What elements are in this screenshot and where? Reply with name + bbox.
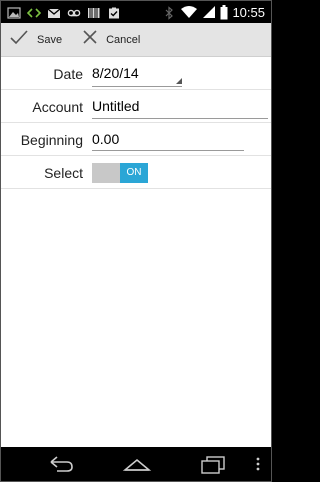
- overflow-menu-icon: [256, 457, 260, 471]
- recent-apps-button[interactable]: [199, 454, 227, 474]
- barcode-icon: [87, 6, 101, 18]
- overflow-menu-button[interactable]: [253, 454, 263, 474]
- signal-icon: [202, 5, 216, 19]
- checkmark-icon: [9, 29, 29, 50]
- beginning-input[interactable]: 0.00: [92, 131, 119, 147]
- status-bar: 10:55: [1, 1, 271, 23]
- recent-apps-icon: [201, 456, 225, 474]
- notification-icons: [7, 4, 121, 20]
- account-form: Date 8/20/14 Account Untitled Beginning …: [1, 57, 271, 189]
- spinner-arrow-icon: [176, 78, 182, 84]
- select-toggle[interactable]: ON: [92, 163, 148, 183]
- app-window: 10:55 Save Cancel Date 8/20/14 Account U…: [0, 0, 272, 482]
- system-icons: 10:55: [162, 3, 265, 21]
- beginning-underline: [92, 150, 244, 151]
- battery-icon: [220, 4, 228, 20]
- action-bar: Save Cancel: [1, 23, 271, 57]
- date-spinner[interactable]: 8/20/14: [92, 65, 139, 81]
- cancel-button[interactable]: Cancel: [76, 23, 146, 57]
- clock: 10:55: [232, 4, 265, 20]
- cancel-label: Cancel: [106, 33, 141, 46]
- beginning-row: Beginning 0.00: [1, 123, 271, 156]
- date-underline: [92, 86, 182, 87]
- account-label: Account: [32, 99, 83, 115]
- home-icon: [122, 458, 152, 471]
- code-icon: [26, 6, 42, 18]
- image-icon: [7, 6, 21, 19]
- save-label: Save: [37, 33, 63, 46]
- bluetooth-icon: [162, 6, 176, 20]
- back-icon: [50, 456, 73, 472]
- date-row: Date 8/20/14: [1, 57, 271, 90]
- clipboard-check-icon: [107, 6, 121, 19]
- home-button[interactable]: [122, 454, 152, 474]
- close-icon: [82, 29, 98, 50]
- select-row: Select ON: [1, 156, 271, 189]
- toggle-state: ON: [120, 163, 148, 183]
- account-underline: [92, 118, 268, 119]
- account-row: Account Untitled: [1, 90, 271, 123]
- beginning-label: Beginning: [20, 132, 83, 148]
- voicemail-icon: [67, 6, 81, 18]
- back-button[interactable]: [47, 454, 75, 474]
- save-button[interactable]: Save: [3, 23, 68, 57]
- select-label: Select: [44, 165, 83, 181]
- account-input[interactable]: Untitled: [92, 98, 139, 114]
- navigation-bar: [1, 447, 271, 481]
- gmail-icon: [47, 6, 61, 18]
- wifi-icon: [180, 5, 198, 19]
- date-label: Date: [53, 66, 83, 82]
